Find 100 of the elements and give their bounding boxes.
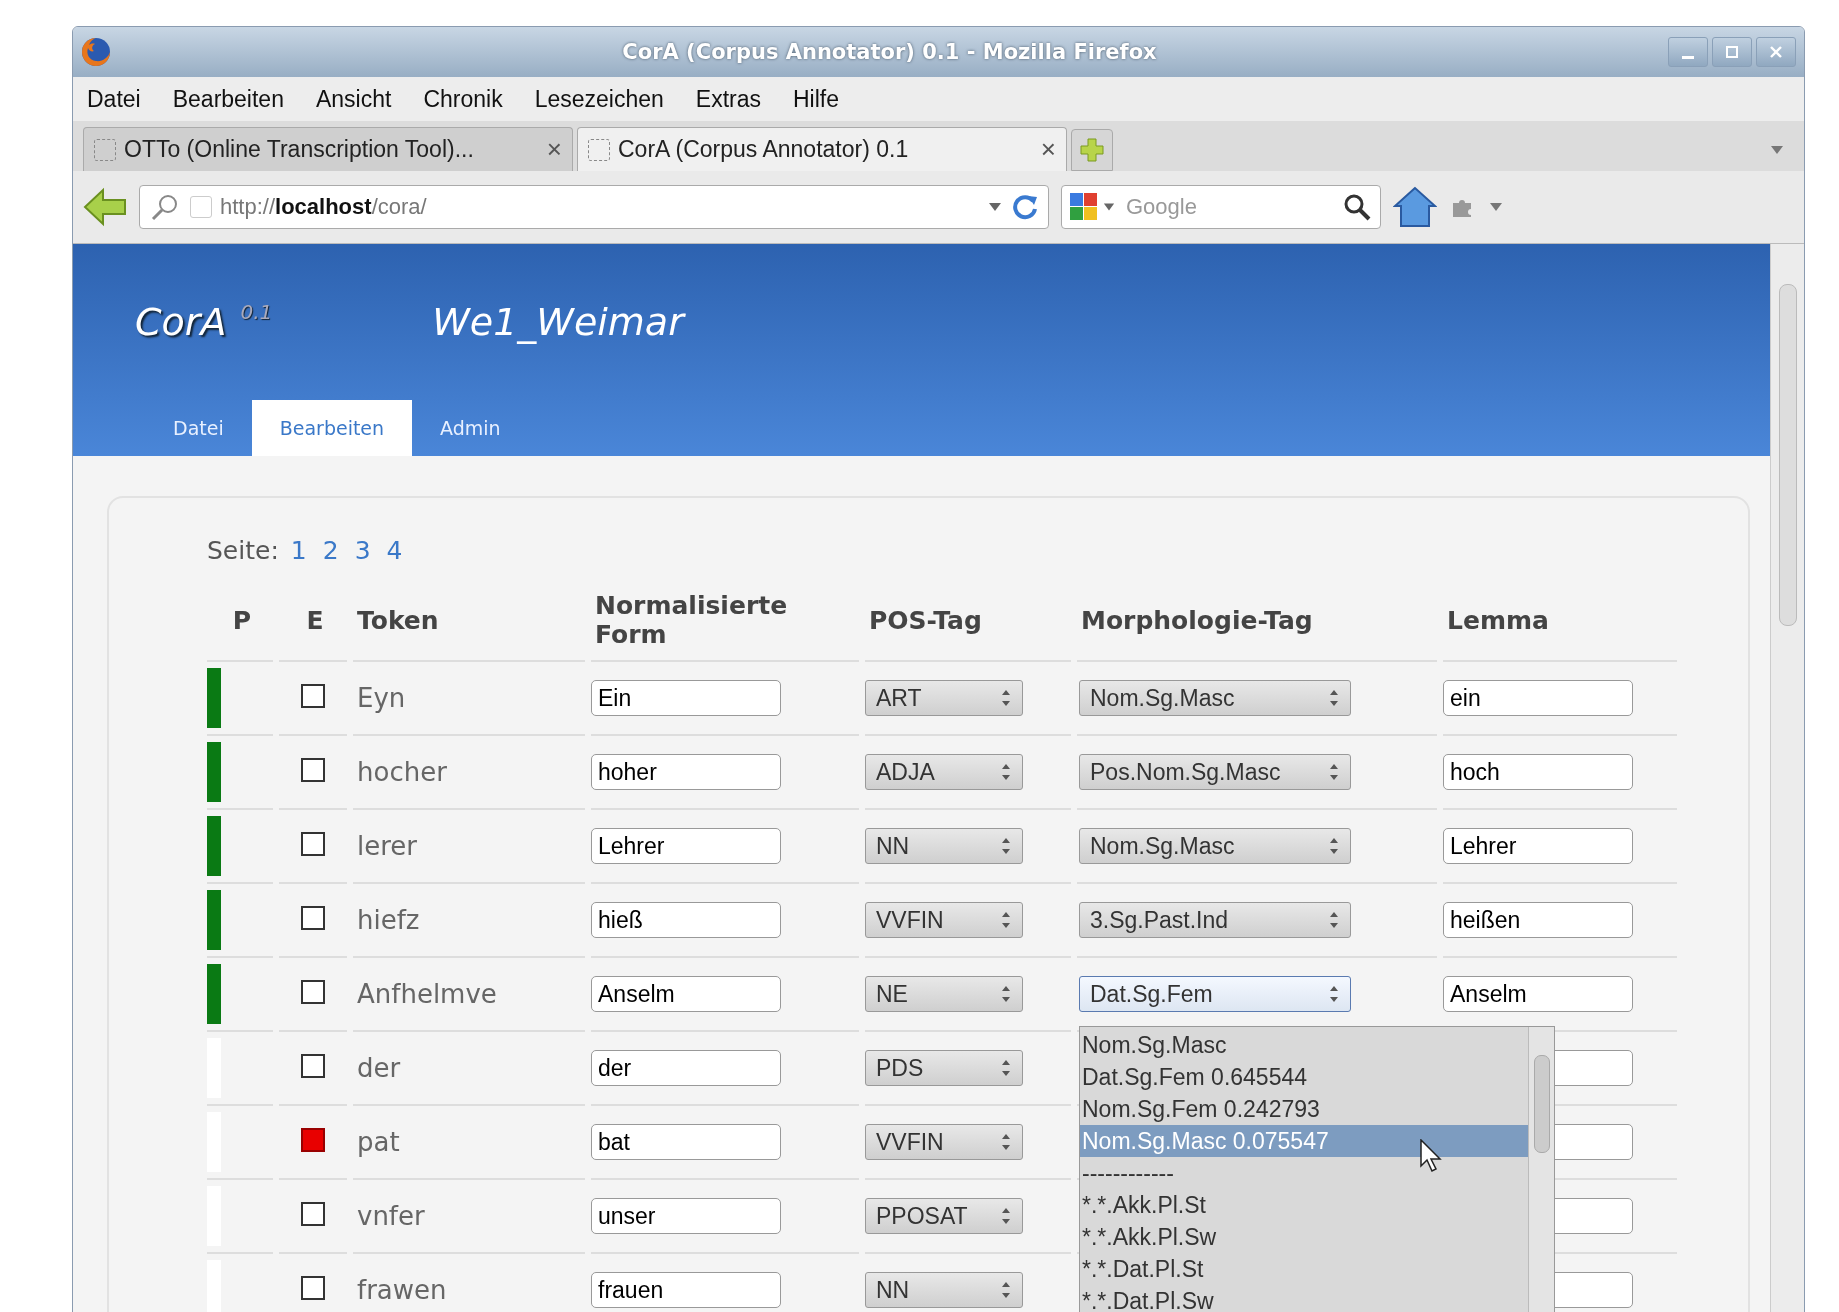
version-label: 0.1 xyxy=(240,300,273,324)
close-icon xyxy=(1769,45,1783,59)
error-checkbox[interactable] xyxy=(301,1276,325,1300)
pos-select[interactable]: VVFIN xyxy=(865,1124,1023,1160)
pos-select[interactable]: NN xyxy=(865,1272,1023,1308)
pos-select[interactable]: PDS xyxy=(865,1050,1023,1086)
normalized-form-field[interactable]: Ein xyxy=(591,680,781,716)
pos-select[interactable]: ADJA xyxy=(865,754,1023,790)
lemma-field[interactable]: Anselm xyxy=(1443,976,1633,1012)
url-text: http://localhost/cora/ xyxy=(220,194,428,220)
pos-select[interactable]: PPOSAT xyxy=(865,1198,1023,1234)
search-icon[interactable] xyxy=(1343,193,1371,221)
maximize-button[interactable] xyxy=(1712,37,1752,67)
search-engine-icon xyxy=(1069,192,1099,222)
dropdown-option[interactable]: *.*.Dat.Pl.Sw xyxy=(1080,1285,1528,1312)
lemma-field[interactable]: hoch xyxy=(1443,754,1633,790)
scrollbar[interactable] xyxy=(1770,244,1804,1312)
menu-item[interactable]: Datei xyxy=(87,85,141,113)
page-icon xyxy=(190,196,212,218)
maximize-icon xyxy=(1725,45,1739,59)
app-tab[interactable]: Bearbeiten xyxy=(251,400,413,456)
normalized-form-field[interactable]: hoher xyxy=(591,754,781,790)
page-link[interactable]: 3 xyxy=(354,535,371,565)
morphology-select[interactable]: Dat.Sg.Fem xyxy=(1079,976,1351,1012)
normalized-form-field[interactable]: frauen xyxy=(591,1272,781,1308)
page-link[interactable]: 2 xyxy=(322,535,339,565)
lemma-field[interactable]: heißen xyxy=(1443,902,1633,938)
normalized-form-field[interactable]: bat xyxy=(591,1124,781,1160)
search-field[interactable]: Google xyxy=(1061,185,1381,229)
browser-tab[interactable]: OTTo (Online Transcription Tool)... × xyxy=(83,127,573,171)
pos-select[interactable]: ART xyxy=(865,680,1023,716)
menu-item[interactable]: Extras xyxy=(695,85,761,113)
token-text: hocher xyxy=(356,757,447,787)
address-field[interactable]: http://localhost/cora/ xyxy=(139,185,1049,229)
home-icon[interactable] xyxy=(1393,186,1437,228)
mouse-pointer-icon xyxy=(1420,1139,1442,1173)
menu-item[interactable]: Bearbeiten xyxy=(172,85,284,113)
dropdown-option[interactable]: ------------ xyxy=(1080,1157,1528,1189)
close-button[interactable] xyxy=(1756,37,1796,67)
normalized-form-field[interactable]: Anselm xyxy=(591,976,781,1012)
dropdown-option[interactable]: Nom.Sg.Fem 0.242793 xyxy=(1080,1093,1528,1125)
caret-icon[interactable] xyxy=(1489,202,1503,212)
error-checkbox[interactable] xyxy=(301,1128,325,1152)
token-text: hiefz xyxy=(356,905,420,935)
token-text: Eyn xyxy=(356,683,406,713)
token-text: der xyxy=(356,1053,401,1083)
column-header: Morphologie-Tag xyxy=(1081,605,1313,635)
error-checkbox[interactable] xyxy=(301,906,325,930)
globe-icon xyxy=(81,37,111,67)
minimize-icon xyxy=(1682,55,1694,59)
normalized-form-field[interactable]: Lehrer xyxy=(591,828,781,864)
column-header: POS-Tag xyxy=(869,605,982,635)
error-checkbox[interactable] xyxy=(301,684,325,708)
dropdown-option[interactable]: Dat.Sg.Fem 0.645544 xyxy=(1080,1061,1528,1093)
dropdown-option[interactable]: *.*.Dat.Pl.St xyxy=(1080,1253,1528,1285)
page-link[interactable]: 4 xyxy=(386,535,403,565)
token-text: lerer xyxy=(356,831,418,861)
pager-label: Seite: xyxy=(207,535,279,565)
morphology-select[interactable]: Pos.Nom.Sg.Masc xyxy=(1079,754,1351,790)
pos-select[interactable]: NN xyxy=(865,828,1023,864)
morphology-select[interactable]: 3.Sg.Past.Ind xyxy=(1079,902,1351,938)
reload-icon[interactable] xyxy=(1010,192,1040,222)
dropdown-option[interactable]: *.*.Akk.Pl.Sw xyxy=(1080,1221,1528,1253)
app-logo: CorA xyxy=(135,300,227,344)
plus-icon xyxy=(1079,137,1105,163)
pos-select[interactable]: NE xyxy=(865,976,1023,1012)
scrollbar[interactable] xyxy=(1528,1027,1554,1312)
column-header: Token xyxy=(357,605,439,635)
caret-icon[interactable] xyxy=(1770,145,1784,155)
page-link[interactable]: 1 xyxy=(290,535,307,565)
tab-close-button[interactable]: × xyxy=(1040,134,1056,165)
tab-close-button[interactable]: × xyxy=(546,134,562,165)
menu-item[interactable]: Chronik xyxy=(423,85,503,113)
tab-title: OTTo (Online Transcription Tool)... xyxy=(124,136,475,163)
menu-item[interactable]: Lesezeichen xyxy=(534,85,664,113)
error-checkbox[interactable] xyxy=(301,832,325,856)
dropdown-option[interactable]: Nom.Sg.Masc xyxy=(1080,1029,1528,1061)
back-arrow-icon[interactable] xyxy=(83,187,127,227)
dropdown-option[interactable]: *.*.Akk.Pl.St xyxy=(1080,1189,1528,1221)
normalized-form-field[interactable]: der xyxy=(591,1050,781,1086)
normalized-form-field[interactable]: hieß xyxy=(591,902,781,938)
caret-icon[interactable] xyxy=(1103,202,1115,212)
minimize-button[interactable] xyxy=(1668,37,1708,67)
morphology-select[interactable]: Nom.Sg.Masc xyxy=(1079,680,1351,716)
error-checkbox[interactable] xyxy=(301,758,325,782)
column-header: Lemma xyxy=(1447,605,1549,635)
morphology-select[interactable]: Nom.Sg.Masc xyxy=(1079,828,1351,864)
token-text: vnfer xyxy=(356,1201,425,1231)
error-checkbox[interactable] xyxy=(301,980,325,1004)
pos-select[interactable]: VVFIN xyxy=(865,902,1023,938)
error-checkbox[interactable] xyxy=(301,1202,325,1226)
browser-tab[interactable]: CorA (Corpus Annotator) 0.1 × xyxy=(577,127,1067,171)
token-text: pat xyxy=(356,1127,400,1157)
lemma-field[interactable]: ein xyxy=(1443,680,1633,716)
menu-item[interactable]: Ansicht xyxy=(315,85,392,113)
caret-icon[interactable] xyxy=(988,202,1002,212)
normalized-form-field[interactable]: unser xyxy=(591,1198,781,1234)
error-checkbox[interactable] xyxy=(301,1054,325,1078)
lemma-field[interactable]: Lehrer xyxy=(1443,828,1633,864)
menu-item[interactable]: Hilfe xyxy=(793,85,839,113)
